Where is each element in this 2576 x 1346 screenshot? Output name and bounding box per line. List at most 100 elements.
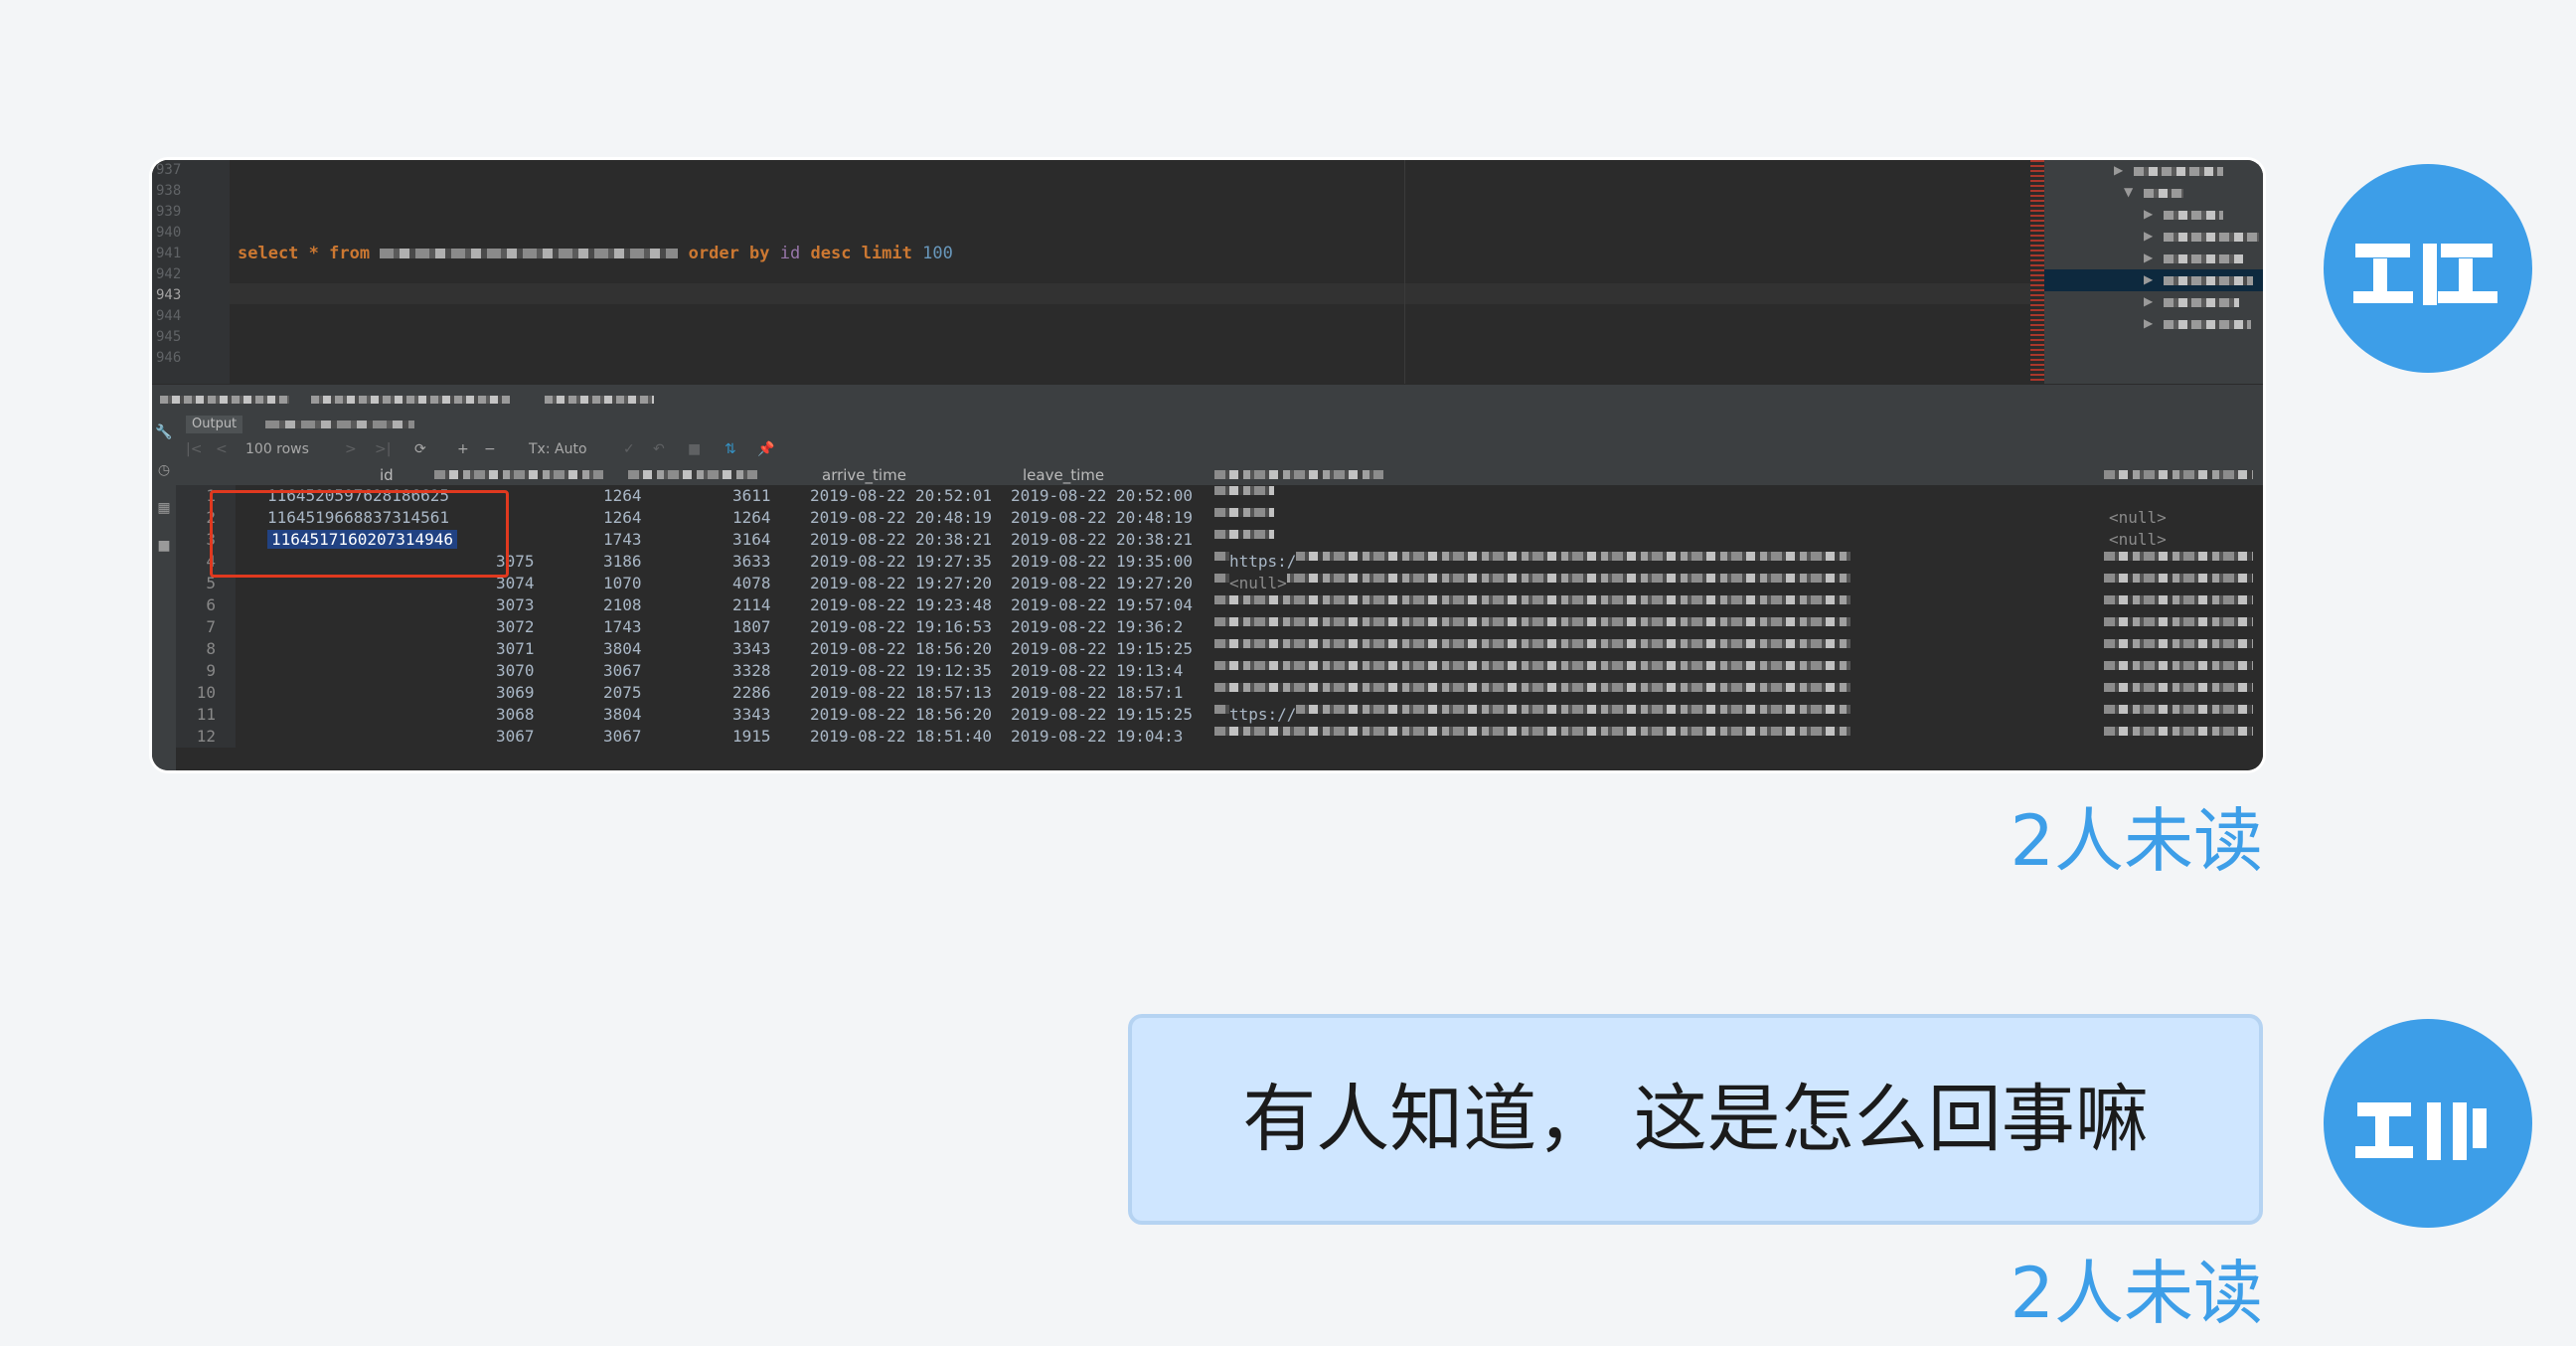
table-row[interactable]: 9 3070 3067 3328 2019-08-22 19:12:35 2019-08-… xyxy=(176,660,2263,682)
url-value[interactable]: ttps:// xyxy=(1229,705,1297,724)
cell-redacted-column[interactable]: 3067 xyxy=(603,727,642,746)
cell-leave-time[interactable]: 2019-08-22 19:35:00 xyxy=(1011,552,1193,571)
cell-leave-time[interactable]: 2019-08-22 20:48:19 xyxy=(1011,508,1193,527)
expand-arrow-icon[interactable]: ▶ xyxy=(2114,163,2123,177)
table-row[interactable]: 12 3067 3067 1915 2019-08-22 18:51:40 2019-08… xyxy=(176,726,2263,748)
tree-node[interactable]: ▶ xyxy=(2044,226,2263,248)
cell-arrive-time[interactable]: 2019-08-22 20:38:21 xyxy=(810,530,992,549)
row-count[interactable]: 100 rows xyxy=(245,441,309,457)
cell-arrive-time[interactable]: 2019-08-22 18:57:13 xyxy=(810,683,992,702)
cell-redacted-column[interactable]: 3343 xyxy=(732,639,771,658)
add-row-icon[interactable]: + xyxy=(457,441,469,457)
cell-redacted-column[interactable]: 2075 xyxy=(603,683,642,702)
cell-redacted-column[interactable]: 3328 xyxy=(732,661,771,680)
next-page-icon[interactable]: > xyxy=(345,441,357,457)
cell-redacted-column[interactable]: 3067 xyxy=(603,661,642,680)
expand-arrow-icon[interactable]: ▶ xyxy=(2144,251,2153,264)
tree-node-selected[interactable]: ▶ xyxy=(2044,269,2263,291)
cell-arrive-time[interactable]: 2019-08-22 18:56:20 xyxy=(810,705,992,724)
rollback-icon[interactable]: ↶ xyxy=(653,441,665,457)
tree-node[interactable]: ▶ xyxy=(2044,160,2263,182)
first-page-icon[interactable]: |< xyxy=(186,441,202,457)
tree-node[interactable]: ▶ xyxy=(2044,313,2263,335)
message-bubble[interactable]: 有人知道， 这是怎么回事嘛 xyxy=(1128,1014,2263,1225)
cell-arrive-time[interactable]: 2019-08-22 19:27:35 xyxy=(810,552,992,571)
cell-arrive-time[interactable]: 2019-08-22 18:56:20 xyxy=(810,639,992,658)
table-row[interactable]: 7 3072 1743 1807 2019-08-22 19:16:53 2019-08-… xyxy=(176,616,2263,638)
expand-arrow-icon[interactable]: ▶ xyxy=(2144,272,2153,286)
table-row[interactable]: 8 3071 3804 3343 2019-08-22 18:56:20 2019-08-… xyxy=(176,638,2263,660)
cell-redacted-column[interactable]: 2286 xyxy=(732,683,771,702)
expand-arrow-icon[interactable]: ▶ xyxy=(2144,316,2153,330)
cell-leave-time[interactable]: 2019-08-22 20:38:21 xyxy=(1011,530,1193,549)
collapse-arrow-icon[interactable]: ▼ xyxy=(2124,185,2133,199)
tree-node[interactable]: ▼ xyxy=(2044,182,2263,204)
column-header-arrive-time[interactable]: arrive_time xyxy=(822,466,906,484)
cell-redacted-column[interactable]: 1807 xyxy=(732,617,771,636)
cell-redacted-column[interactable]: 3804 xyxy=(603,705,642,724)
null-value[interactable]: <null> xyxy=(2109,508,2167,527)
cell-redacted-column[interactable]: 3343 xyxy=(732,705,771,724)
commit-icon[interactable]: ✓ xyxy=(623,441,635,457)
cell-redacted-column[interactable]: 1743 xyxy=(603,530,642,549)
cell-leave-time[interactable]: 2019-08-22 19:04:3 xyxy=(1011,727,1183,746)
cell-arrive-time[interactable]: 2019-08-22 20:48:19 xyxy=(810,508,992,527)
column-header-id[interactable]: id xyxy=(380,466,394,484)
wrench-icon[interactable]: 🔧 xyxy=(152,414,176,451)
cell-leave-time[interactable]: 2019-08-22 19:27:20 xyxy=(1011,574,1193,592)
unread-status[interactable]: 2人未读 xyxy=(1948,785,2263,886)
cell-leave-time[interactable]: 2019-08-22 19:15:25 xyxy=(1011,705,1193,724)
cell-arrive-time[interactable]: 2019-08-22 19:27:20 xyxy=(810,574,992,592)
history-icon[interactable]: ◷ xyxy=(152,451,176,489)
cell-redacted-column[interactable]: 3804 xyxy=(603,639,642,658)
cell-arrive-time[interactable]: 2019-08-22 19:16:53 xyxy=(810,617,992,636)
expand-arrow-icon[interactable]: ▶ xyxy=(2144,229,2153,243)
services-tool-strip[interactable]: 🔧 ◷ ▦ ■ xyxy=(152,414,176,770)
table-row[interactable]: 11 3068 3804 3343 2019-08-22 18:56:20 2019-08… xyxy=(176,704,2263,726)
cell-leave-time[interactable]: 2019-08-22 19:15:25 xyxy=(1011,639,1193,658)
cell-redacted-column[interactable]: 2114 xyxy=(732,595,771,614)
cell-id[interactable]: 3071 xyxy=(496,639,535,658)
cell-arrive-time[interactable]: 2019-08-22 19:23:48 xyxy=(810,595,992,614)
cancel-query-icon[interactable]: ■ xyxy=(688,441,701,457)
redacted-tab[interactable] xyxy=(311,396,510,404)
cell-redacted-column[interactable]: 3186 xyxy=(603,552,642,571)
column-header-leave-time[interactable]: leave_time xyxy=(1023,466,1104,484)
cell-leave-time[interactable]: 2019-08-22 19:13:4 xyxy=(1011,661,1183,680)
editor-tabs-bar[interactable] xyxy=(152,384,2263,415)
cell-redacted-column[interactable]: 1264 xyxy=(603,486,642,505)
tx-mode-select[interactable]: Tx: Auto xyxy=(529,441,587,457)
cell-id[interactable]: 3072 xyxy=(496,617,535,636)
screenshot-message[interactable]: 937 938 939 940 941 942 943 944 945 946 select * … xyxy=(152,160,2263,770)
delete-row-icon[interactable]: − xyxy=(484,441,496,457)
redacted-tab[interactable] xyxy=(545,396,654,404)
cell-redacted-column[interactable]: 4078 xyxy=(732,574,771,592)
null-value[interactable]: <null> xyxy=(2109,530,2167,549)
table-row[interactable]: 10 3069 2075 2286 2019-08-22 18:57:13 2019-08… xyxy=(176,682,2263,704)
cell-id[interactable]: 3073 xyxy=(496,595,535,614)
cell-redacted-column[interactable]: 1264 xyxy=(603,508,642,527)
avatar[interactable] xyxy=(2324,164,2532,373)
tree-node[interactable]: ▶ xyxy=(2044,248,2263,269)
url-value[interactable]: https:/ xyxy=(1229,552,1297,571)
cell-redacted-column[interactable]: 1264 xyxy=(732,508,771,527)
cell-leave-time[interactable]: 2019-08-22 19:36:2 xyxy=(1011,617,1183,636)
unread-status[interactable]: 2人未读 xyxy=(1948,1238,2263,1338)
last-page-icon[interactable]: >| xyxy=(375,441,391,457)
cell-leave-time[interactable]: 2019-08-22 18:57:1 xyxy=(1011,683,1183,702)
tree-node[interactable]: ▶ xyxy=(2044,291,2263,313)
stop-icon[interactable]: ■ xyxy=(152,527,176,565)
prev-page-icon[interactable]: < xyxy=(216,441,228,457)
pin-icon[interactable]: 📌 xyxy=(757,441,774,457)
cell-leave-time[interactable]: 2019-08-22 20:52:00 xyxy=(1011,486,1193,505)
database-tree[interactable]: ▶ ▼ ▶ ▶ ▶ ▶ ▶ ▶ xyxy=(2044,160,2263,384)
cell-arrive-time[interactable]: 2019-08-22 18:51:40 xyxy=(810,727,992,746)
cell-redacted-column[interactable]: 3611 xyxy=(732,486,771,505)
cell-id[interactable]: 3068 xyxy=(496,705,535,724)
compare-icon[interactable]: ⇅ xyxy=(724,441,736,457)
tab-result[interactable] xyxy=(265,416,414,433)
tree-node[interactable]: ▶ xyxy=(2044,204,2263,226)
cell-arrive-time[interactable]: 2019-08-22 19:12:35 xyxy=(810,661,992,680)
table-row[interactable]: 6 3073 2108 2114 2019-08-22 19:23:48 2019-08-… xyxy=(176,594,2263,616)
result-tabs[interactable]: Output xyxy=(176,414,2263,435)
